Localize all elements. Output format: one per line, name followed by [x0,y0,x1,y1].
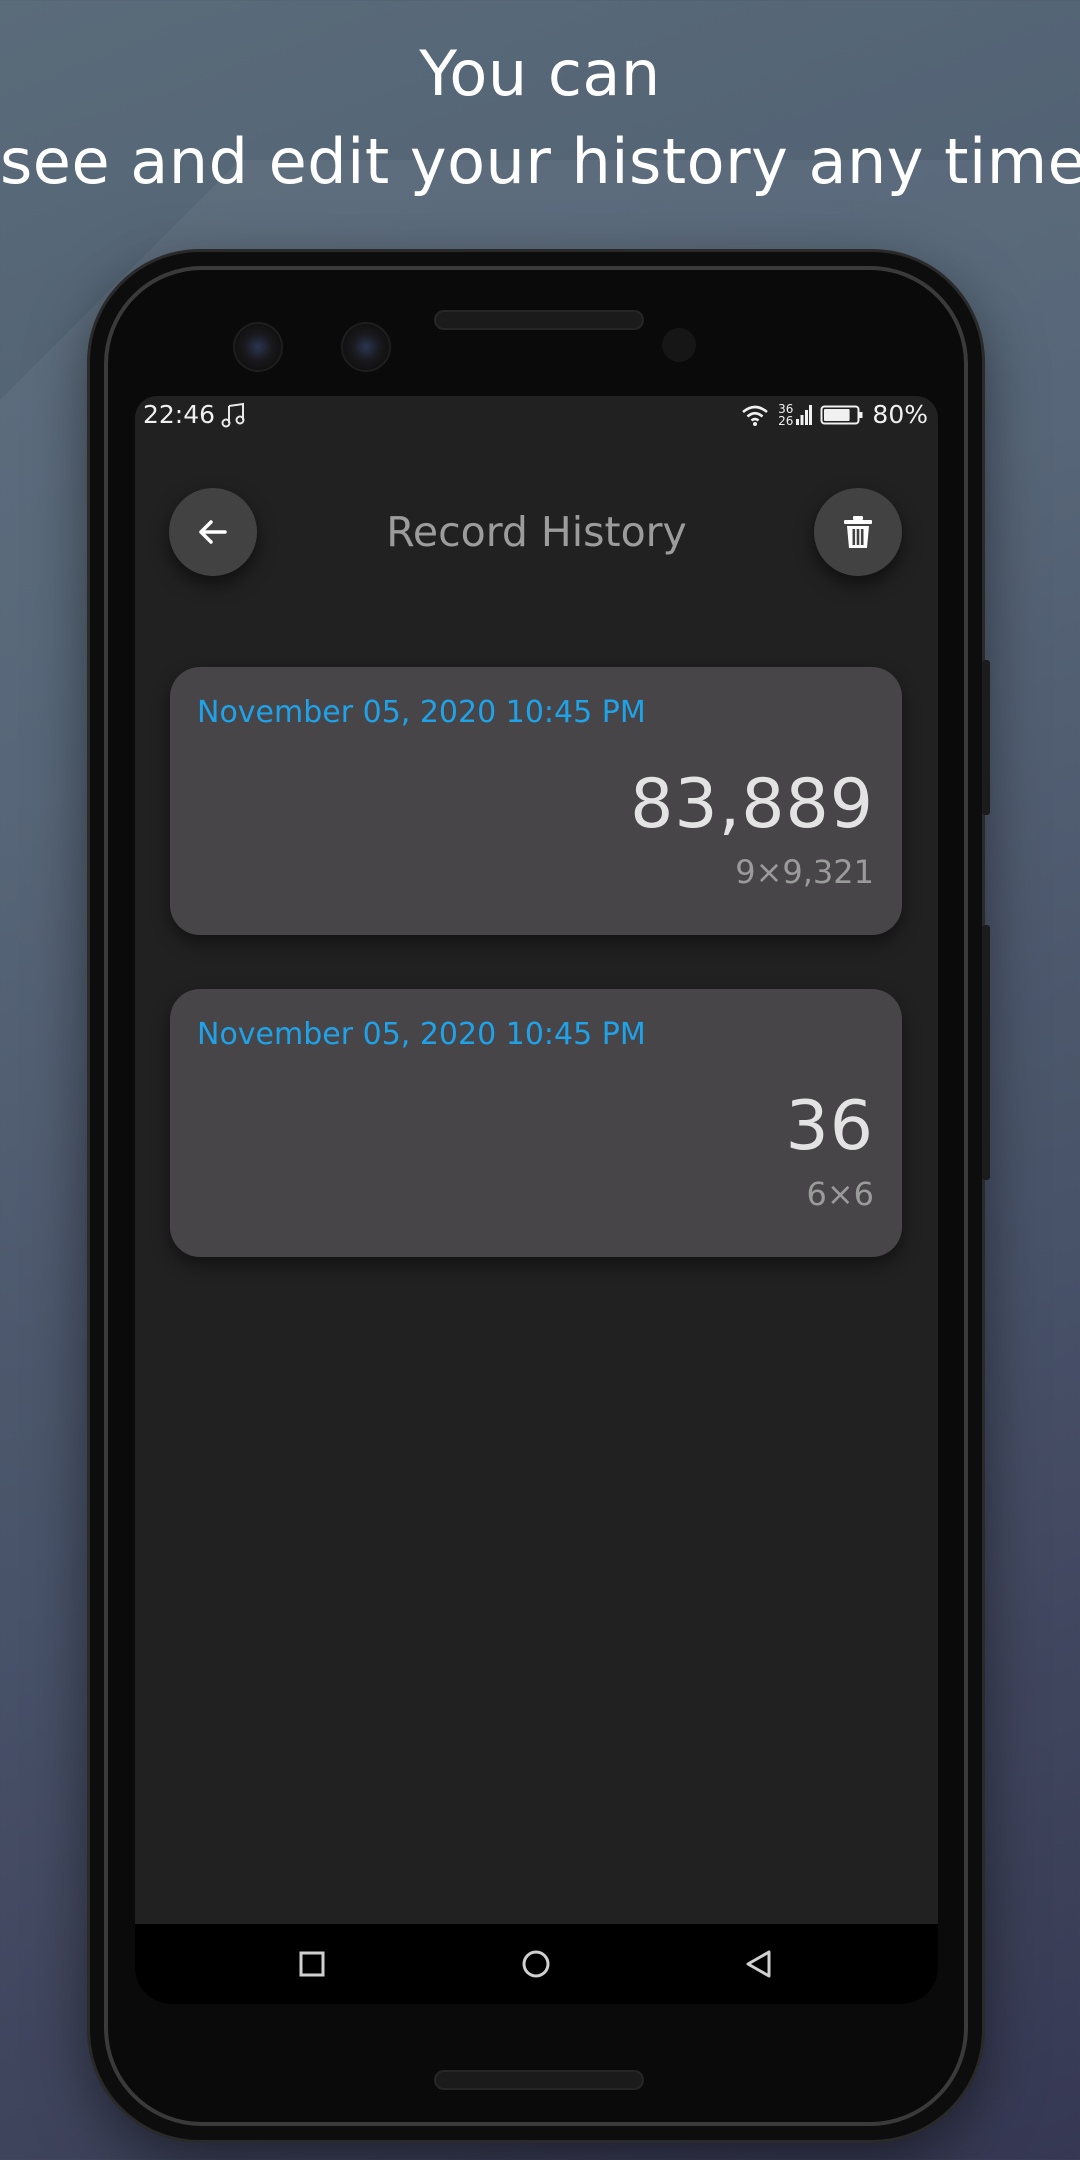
network-type-bottom: 26 [778,413,794,428]
record-result: 83,889 [630,765,874,844]
signal-bars-icon [796,404,813,425]
front-camera-icon [341,322,391,372]
battery-icon [820,405,863,424]
front-camera-icon [233,322,283,372]
cellular-indicator: 36 26 [778,401,813,428]
recents-button[interactable] [292,1944,332,1984]
music-note-icon [221,402,245,428]
history-card[interactable]: November 05, 2020 10:45 PM 83,889 9×9,32… [170,667,902,935]
record-date: November 05, 2020 10:45 PM [197,1017,646,1052]
headline-line-1: You can [419,37,661,110]
circle-icon [522,1950,550,1978]
back-nav-button[interactable] [738,1944,778,1984]
home-button[interactable] [516,1944,556,1984]
power-button [982,925,990,1180]
record-result: 36 [785,1087,874,1166]
record-expression: 9×9,321 [735,853,874,891]
triangle-back-icon [746,1950,771,1978]
square-icon [299,1951,325,1977]
phone-screen: 22:46 36 26 80% Record History November … [135,396,938,2004]
earpiece-speaker [434,310,644,330]
record-expression: 6×6 [806,1175,874,1213]
promo-headline: You can see and edit your history any ti… [0,30,1080,206]
record-date: November 05, 2020 10:45 PM [197,695,646,730]
status-icons: 36 26 80% [740,400,928,429]
proximity-sensor [662,328,696,362]
volume-button [982,660,990,815]
status-time: 22:46 [143,400,216,429]
status-bar: 22:46 36 26 80% [135,396,938,436]
navigation-bar [135,1924,938,2004]
battery-percent: 80% [872,400,928,429]
history-card[interactable]: November 05, 2020 10:45 PM 36 6×6 [170,989,902,1257]
delete-history-button[interactable] [814,488,902,576]
trash-icon [844,516,872,548]
headline-line-2: see and edit your history any time [0,125,1080,198]
wifi-icon [742,405,768,426]
network-type-top: 36 [778,401,794,416]
bottom-speaker [434,2070,644,2090]
